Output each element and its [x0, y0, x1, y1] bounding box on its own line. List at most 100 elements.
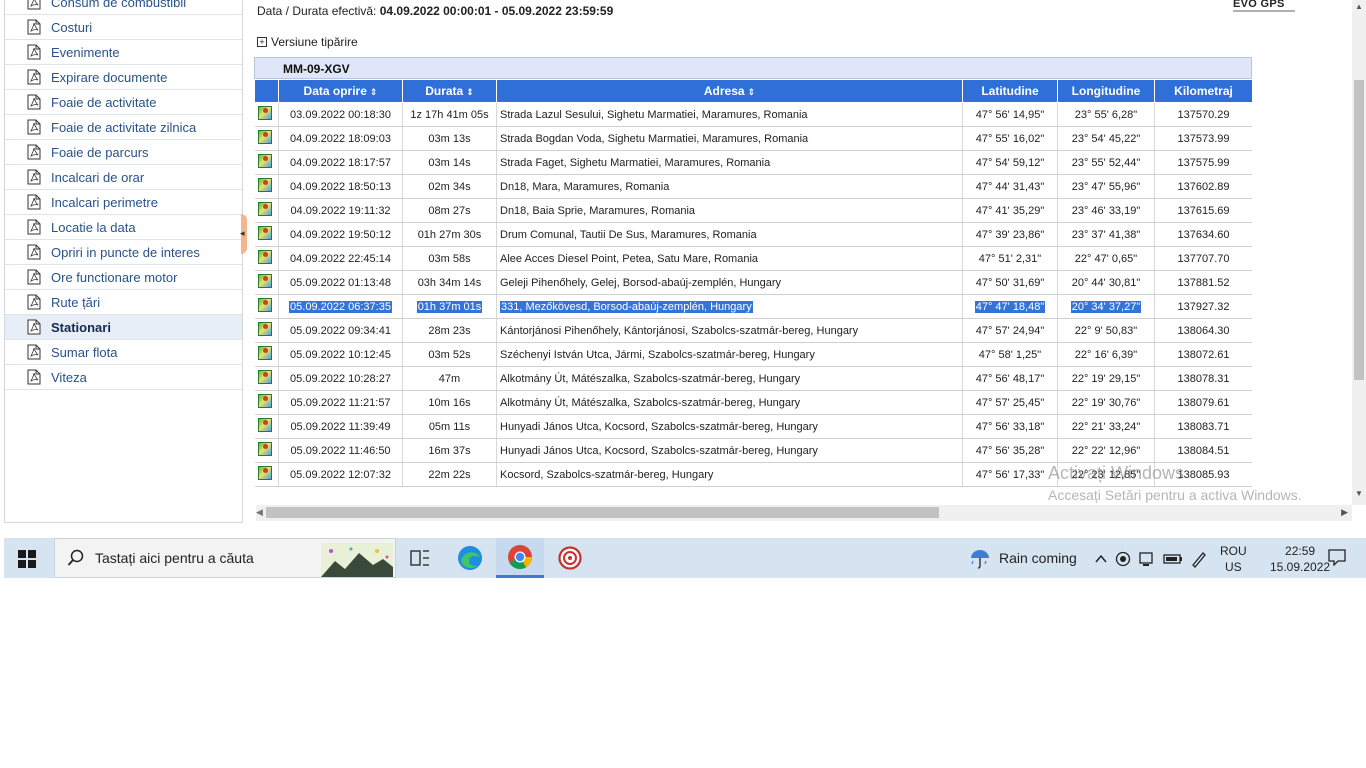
sidebar-item-incalcari-perimetre[interactable]: Incalcari perimetre [5, 190, 242, 215]
map-cell[interactable] [254, 102, 279, 127]
col-header-date[interactable]: Data oprire ⇕ [278, 79, 403, 103]
col-header-duration[interactable]: Durata ⇕ [402, 79, 497, 103]
sidebar-item-rute-ri[interactable]: Rute țări [5, 290, 242, 315]
scroll-down-icon[interactable]: ▼ [1355, 489, 1363, 498]
horizontal-scroll-thumb[interactable] [266, 507, 939, 518]
map-cell[interactable] [254, 414, 279, 439]
weather-widget[interactable]: Rain coming [969, 547, 1077, 569]
taskbar-clock[interactable]: 22:59 15.09.2022 [1270, 543, 1330, 575]
pdf-file-icon [27, 294, 41, 310]
map-cell[interactable] [254, 198, 279, 223]
scroll-left-icon[interactable]: ◀ [256, 507, 263, 518]
sidebar-item-opriri-in-puncte-de-interes[interactable]: Opriri in puncte de interes [5, 240, 242, 265]
task-view-button[interactable] [396, 538, 444, 578]
sidebar-item-incalcari-de-orar[interactable]: Incalcari de orar [5, 165, 242, 190]
map-cell[interactable] [254, 222, 279, 247]
table-row[interactable]: 04.09.2022 18:09:03 03m 13s Strada Bogdan … [254, 126, 1252, 151]
battery-icon[interactable] [1163, 552, 1183, 566]
map-icon[interactable] [257, 322, 272, 336]
sidebar-item-label: Incalcari de orar [51, 169, 145, 185]
sidebar-item-viteza[interactable]: Viteza [5, 365, 242, 390]
sidebar-item-expirare-documente[interactable]: Expirare documente [5, 65, 242, 90]
chevron-up-icon[interactable] [1094, 552, 1108, 566]
table-row[interactable]: 04.09.2022 18:50:13 02m 34s Dn18, Mara, Ma… [254, 174, 1252, 199]
table-row[interactable]: 05.09.2022 10:28:27 47m Alkotmány Út, Máté… [254, 366, 1252, 391]
table-row[interactable]: 05.09.2022 01:13:48 03h 34m 14s Geleji Pih… [254, 270, 1252, 295]
clock-date: 15.09.2022 [1270, 560, 1331, 574]
map-icon[interactable] [257, 442, 272, 456]
map-cell[interactable] [254, 438, 279, 463]
map-cell[interactable] [254, 366, 279, 391]
sidebar-item-ore-functionare-motor[interactable]: Ore functionare motor [5, 265, 242, 290]
stop-date-cell: 05.09.2022 10:28:27 [278, 366, 403, 391]
table-row[interactable]: 04.09.2022 19:11:32 08m 27s Dn18, Baia Spr… [254, 198, 1252, 223]
map-icon[interactable] [257, 106, 272, 120]
taskbar-search-box[interactable]: Tastați aici pentru a căuta [54, 538, 396, 578]
table-row[interactable]: 05.09.2022 10:12:45 03m 52s Széchenyi Istv… [254, 342, 1252, 367]
red-app-button[interactable] [546, 538, 594, 578]
sidebar-item-foaie-de-activitate[interactable]: Foaie de activitate [5, 90, 242, 115]
map-icon[interactable] [257, 466, 272, 480]
windows-start-icon[interactable] [18, 550, 36, 568]
umbrella-rain-icon [971, 550, 989, 569]
edge-button[interactable] [446, 538, 494, 578]
map-cell[interactable] [254, 150, 279, 175]
sidebar-item-foaie-de-activitate-zilnica[interactable]: Foaie de activitate zilnica [5, 115, 242, 140]
map-cell[interactable] [254, 270, 279, 295]
map-cell[interactable] [254, 126, 279, 151]
table-row[interactable]: 04.09.2022 19:50:12 01h 27m 30s Drum Comun… [254, 222, 1252, 247]
vertical-scroll-thumb[interactable] [1354, 80, 1364, 380]
sidebar-collapse-tab[interactable]: ◂ [240, 214, 247, 254]
vertical-scrollbar[interactable]: ▲ ▼ [1352, 0, 1366, 505]
table-row[interactable]: 04.09.2022 18:17:57 03m 14s Strada Faget, … [254, 150, 1252, 175]
map-icon[interactable] [257, 394, 272, 408]
map-icon[interactable] [257, 250, 272, 264]
sidebar-item-evenimente[interactable]: Evenimente [5, 40, 242, 65]
print-version-toggle[interactable]: + Versiune tipărire [257, 35, 358, 49]
map-cell[interactable] [254, 174, 279, 199]
notifications-icon[interactable] [1328, 549, 1346, 566]
map-cell[interactable] [254, 294, 279, 319]
map-cell[interactable] [254, 246, 279, 271]
network-icon[interactable] [1138, 551, 1156, 567]
duration-cell: 01h 27m 30s [402, 222, 497, 247]
table-row[interactable]: 05.09.2022 06:37:35 01h 37m 01s 331, Mezők… [254, 294, 1252, 319]
table-row[interactable]: 05.09.2022 09:34:41 28m 23s Kántorjánosi P… [254, 318, 1252, 343]
map-icon[interactable] [257, 202, 272, 216]
sidebar-item-costuri[interactable]: Costuri [5, 15, 242, 40]
horizontal-scrollbar[interactable]: ◀ ▶ [256, 505, 1352, 521]
map-cell[interactable] [254, 462, 279, 487]
col-header-address[interactable]: Adresa ⇕ [496, 79, 963, 103]
scroll-right-icon[interactable]: ▶ [1341, 507, 1348, 518]
table-row[interactable]: 03.09.2022 00:18:30 1z 17h 41m 05s Strada … [254, 102, 1252, 127]
record-icon[interactable] [1115, 551, 1131, 567]
sidebar-item-locatie-la-data[interactable]: Locatie la data [5, 215, 242, 240]
map-cell[interactable] [254, 390, 279, 415]
map-icon[interactable] [257, 226, 272, 240]
map-icon[interactable] [257, 298, 272, 312]
sidebar-item-sumar-flota[interactable]: Sumar flota [5, 340, 242, 365]
map-icon[interactable] [257, 370, 272, 384]
chrome-button[interactable] [496, 538, 544, 578]
map-icon[interactable] [257, 346, 272, 360]
duration-cell: 03h 34m 14s [402, 270, 497, 295]
stop-date-cell: 05.09.2022 12:07:32 [278, 462, 403, 487]
map-icon[interactable] [257, 130, 272, 144]
table-row[interactable]: 05.09.2022 11:39:49 05m 11s Hunyadi János … [254, 414, 1252, 439]
map-icon[interactable] [257, 154, 272, 168]
map-icon[interactable] [257, 274, 272, 288]
latitude-cell: 47° 56' 33,18" [962, 414, 1058, 439]
map-cell[interactable] [254, 318, 279, 343]
table-row[interactable]: 05.09.2022 11:46:50 16m 37s Hunyadi János … [254, 438, 1252, 463]
map-icon[interactable] [257, 178, 272, 192]
pen-icon[interactable] [1190, 550, 1208, 568]
map-icon[interactable] [257, 418, 272, 432]
scroll-up-icon[interactable]: ▲ [1355, 2, 1363, 11]
sidebar-item-foaie-de-parcurs[interactable]: Foaie de parcurs [5, 140, 242, 165]
sidebar-item-consum-de-combustibil[interactable]: Consum de combustibil [5, 0, 242, 15]
sidebar-item-stationari[interactable]: Stationari [5, 315, 242, 340]
table-row[interactable]: 04.09.2022 22:45:14 03m 58s Alee Acces Die… [254, 246, 1252, 271]
map-cell[interactable] [254, 342, 279, 367]
language-indicator[interactable]: ROU US [1220, 543, 1247, 575]
table-row[interactable]: 05.09.2022 11:21:57 10m 16s Alkotmány Út, … [254, 390, 1252, 415]
